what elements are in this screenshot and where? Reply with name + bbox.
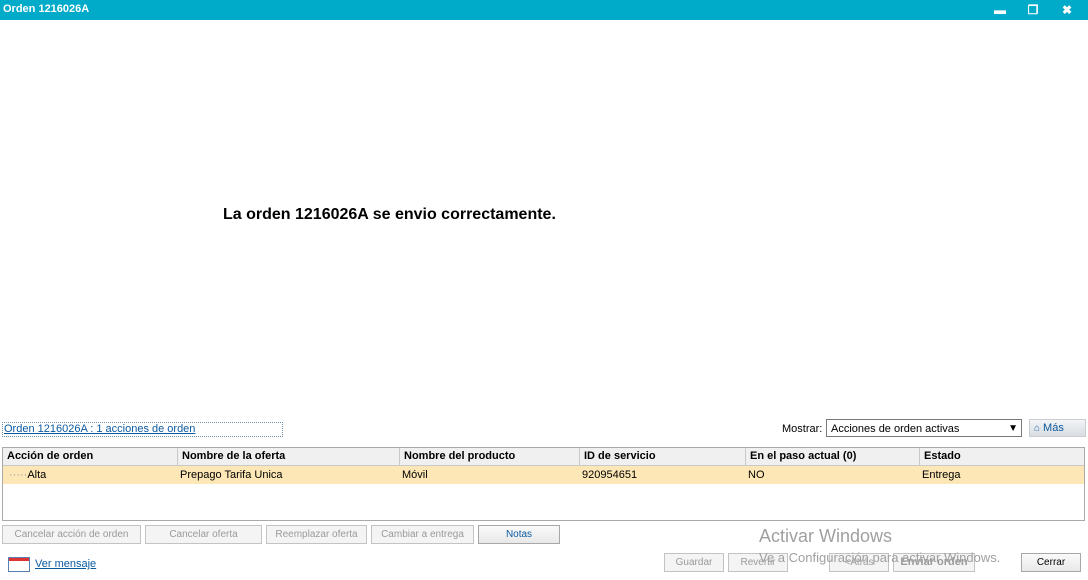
cancel-offer-button[interactable]: Cancelar oferta xyxy=(145,525,262,544)
success-message: La orden 1216026A se envio correctamente… xyxy=(223,206,556,223)
column-header[interactable]: En el paso actual (0) xyxy=(746,448,920,465)
table-cell: 920954651 xyxy=(582,469,638,481)
table-cell: Prepago Tarifa Unica xyxy=(180,469,283,481)
replace-offer-button[interactable]: Reemplazar oferta xyxy=(266,525,367,544)
minimize-icon[interactable]: ▬ xyxy=(991,1,1009,19)
mostrar-select-value: Acciones de orden activas xyxy=(831,423,960,435)
column-header[interactable]: Nombre de la oferta xyxy=(178,448,400,465)
mas-label: Más xyxy=(1043,422,1064,434)
table-cell: NO xyxy=(748,469,765,481)
mas-button[interactable]: ⌂ Más xyxy=(1029,419,1086,437)
save-button[interactable]: Guardar xyxy=(664,553,724,572)
close-icon[interactable]: ✖ xyxy=(1058,1,1076,19)
restore-icon[interactable]: ❐ xyxy=(1024,1,1042,19)
table-header: Acción de orden Nombre de la oferta Nomb… xyxy=(3,448,1084,466)
mostrar-label: Mostrar: xyxy=(782,423,823,435)
table-cell: Móvil xyxy=(402,469,428,481)
notes-button[interactable]: Notas xyxy=(478,525,560,544)
window-title: Orden 1216026A xyxy=(3,3,90,15)
change-delivery-button[interactable]: Cambiar a entrega xyxy=(371,525,474,544)
title-bar: Orden 1216026A ▬ ❐ ✖ xyxy=(0,0,1088,20)
activation-watermark-title: Activar Windows xyxy=(759,526,893,546)
table-row[interactable]: ·····Alta Prepago Tarifa Unica Móvil 920… xyxy=(3,466,1084,484)
column-header[interactable]: Acción de orden xyxy=(3,448,178,465)
cancel-action-button[interactable]: Cancelar acción de orden xyxy=(2,525,141,544)
column-header[interactable]: ID de servicio xyxy=(580,448,746,465)
order-actions-link[interactable]: Orden 1216026A : 1 acciones de orden xyxy=(2,422,283,437)
chevron-down-icon: ▼ xyxy=(1008,423,1018,434)
order-actions-table: Acción de orden Nombre de la oferta Nomb… xyxy=(2,447,1085,521)
envelope-icon xyxy=(8,557,30,572)
activation-watermark-subtitle: Ve a Configuración para activar Windows. xyxy=(759,550,1001,565)
ver-mensaje-label: Ver mensaje xyxy=(35,558,97,570)
table-cell: Entrega xyxy=(922,469,961,481)
table-cell: ·····Alta xyxy=(9,469,47,481)
mostrar-select[interactable]: Acciones de orden activas ▼ xyxy=(826,419,1022,437)
home-icon: ⌂ xyxy=(1034,423,1041,434)
column-header[interactable]: Nombre del producto xyxy=(400,448,580,465)
close-button[interactable]: Cerrar xyxy=(1021,553,1081,572)
column-header[interactable]: Estado xyxy=(920,448,1084,465)
